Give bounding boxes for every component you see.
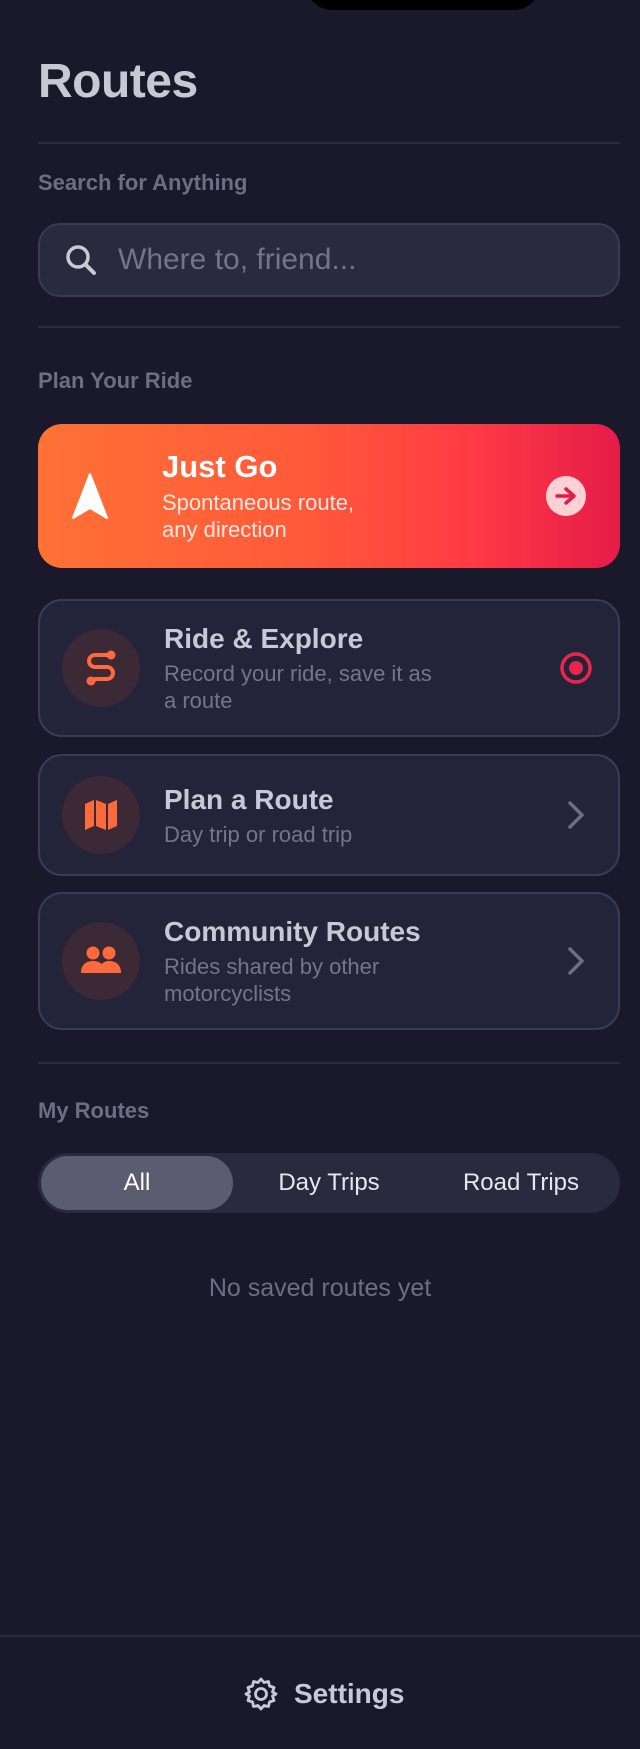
just-go-button[interactable]: Just Go Spontaneous route, any direction [38, 424, 620, 568]
plan-route-title: Plan a Route [164, 783, 334, 815]
search-icon [66, 245, 96, 275]
search-box[interactable] [38, 223, 620, 297]
plan-section-label: Plan Your Ride [38, 368, 193, 393]
filter-all[interactable]: All [41, 1156, 233, 1210]
filter-day-trips[interactable]: Day Trips [233, 1156, 425, 1210]
chevron-right-icon [558, 943, 594, 979]
people-icon [62, 922, 140, 1000]
ride-explore-title: Ride & Explore [164, 623, 364, 654]
gear-icon [244, 1677, 278, 1711]
chevron-right-icon [558, 797, 594, 833]
bottom-bar: Settings [0, 1635, 640, 1749]
settings-label: Settings [294, 1678, 405, 1709]
plan-route-card[interactable]: Plan a Route Day trip or road trip [38, 754, 620, 876]
plan-route-subtitle: Day trip or road trip [164, 821, 353, 847]
route-path-icon [62, 629, 140, 707]
arrow-right-circle-icon [546, 476, 586, 516]
community-routes-title: Community Routes [164, 916, 421, 947]
map-icon [62, 776, 140, 854]
divider [38, 326, 620, 328]
community-routes-subtitle: Rides shared by other motorcyclists [164, 954, 380, 1006]
routes-screen: Routes Search for Anything Plan Your Rid… [0, 0, 640, 1749]
ride-explore-card[interactable]: Ride & Explore Record your ride, save it… [38, 599, 620, 737]
divider [38, 1062, 620, 1064]
divider [38, 142, 620, 144]
just-go-title: Just Go [162, 449, 278, 484]
search-input[interactable] [118, 243, 618, 277]
filter-road-trips[interactable]: Road Trips [425, 1156, 617, 1210]
record-icon [558, 650, 594, 686]
search-section-label: Search for Anything [38, 170, 248, 195]
page-title: Routes [38, 55, 198, 108]
community-routes-card[interactable]: Community Routes Rides shared by other m… [38, 892, 620, 1030]
navigation-arrow-icon [72, 473, 108, 519]
ride-explore-subtitle: Record your ride, save it as a route [164, 661, 432, 713]
just-go-subtitle: Spontaneous route, any direction [162, 490, 355, 542]
my-routes-section-label: My Routes [38, 1098, 150, 1123]
empty-state-message: No saved routes yet [208, 1274, 432, 1302]
settings-button[interactable]: Settings [244, 1677, 404, 1711]
device-notch [306, 0, 540, 10]
route-filter-segmented-control: All Day Trips Road Trips [38, 1153, 620, 1213]
